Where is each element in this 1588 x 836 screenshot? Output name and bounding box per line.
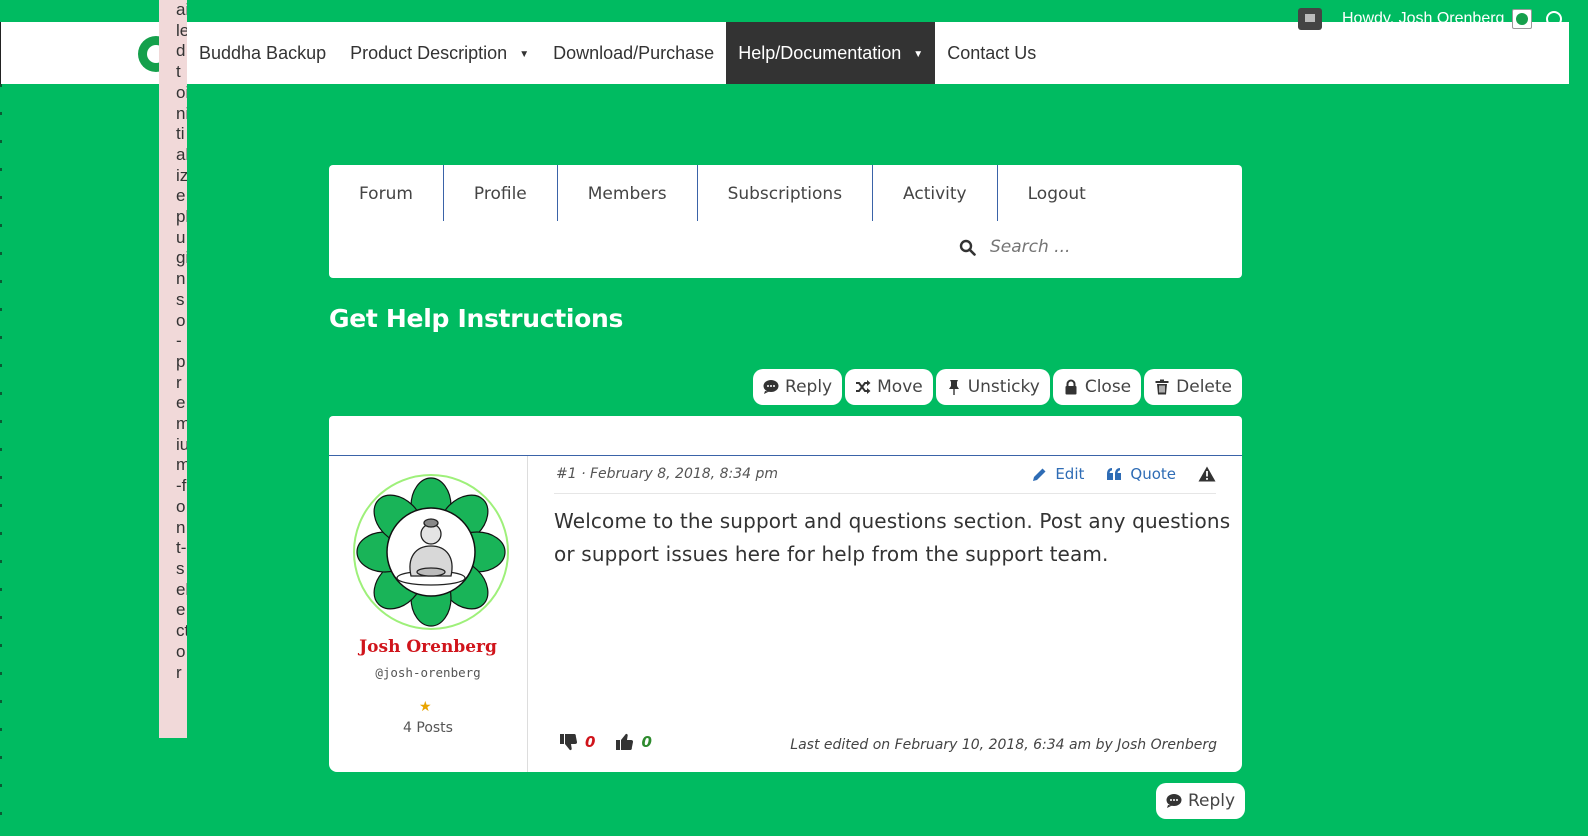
like-button[interactable]: 0: [615, 733, 652, 751]
delete-button[interactable]: Delete: [1144, 369, 1242, 405]
post-author: Josh Orenberg @josh-orenberg ★ 4 Posts: [329, 456, 528, 772]
buddha-lotus-icon: [356, 477, 506, 627]
forum-nav-forum[interactable]: Forum: [329, 165, 444, 221]
pin-icon: [948, 380, 959, 395]
nav-label: Download/Purchase: [553, 43, 715, 63]
dislike-count: 0: [585, 733, 596, 751]
caret-down-icon: ▼: [913, 49, 924, 60]
admin-avatar[interactable]: [1512, 9, 1533, 29]
forum-nav-activity[interactable]: Activity: [873, 165, 998, 221]
button-label: Reply: [1188, 791, 1236, 811]
caret-down-icon: ▼: [519, 49, 530, 60]
page-title: Get Help Instructions: [329, 304, 624, 333]
edit-label: Edit: [1055, 465, 1085, 483]
quote-link[interactable]: Quote: [1106, 465, 1176, 483]
post-body: Welcome to the support and questions sec…: [554, 509, 1231, 566]
nav-item-buddha-backup[interactable]: Buddha Backup: [187, 22, 338, 84]
forum-nav-subscriptions[interactable]: Subscriptions: [698, 165, 874, 221]
main-nav: Buddha Backup Product Description ▼ Downl…: [187, 22, 1048, 84]
like-count: 0: [641, 733, 652, 751]
trash-icon: [1155, 379, 1169, 395]
author-handle: @josh-orenberg: [375, 665, 481, 680]
topic-actions: Reply Move Unsticky Close Delete: [753, 369, 1242, 405]
nav-item-download-purchase[interactable]: Download/Purchase: [541, 22, 726, 84]
comment-icon[interactable]: [1298, 8, 1322, 30]
button-label: Delete: [1176, 377, 1232, 397]
post-meta: #1 · February 8, 2018, 8:34 pm: [556, 466, 778, 482]
search-icon[interactable]: [1546, 11, 1563, 27]
move-button[interactable]: Move: [845, 369, 933, 405]
quote-label: Quote: [1130, 465, 1176, 483]
quote-icon: [1107, 468, 1122, 480]
button-label: Unsticky: [967, 377, 1040, 397]
close-topic-button[interactable]: Close: [1052, 369, 1142, 405]
nav-label: Product Description: [350, 43, 508, 63]
nav-item-contact-us[interactable]: Contact Us: [935, 22, 1048, 84]
author-name[interactable]: Josh Orenberg: [329, 637, 527, 657]
button-label: Reply: [785, 377, 833, 397]
plugin-error-column: ailedtoinitializeplugin:so-premium-font-…: [159, 0, 187, 738]
nav-label: Buddha Backup: [199, 43, 327, 63]
pencil-icon: [1033, 468, 1046, 481]
comment-icon: [763, 380, 779, 394]
post-header-bar: [329, 416, 1242, 456]
unsticky-button[interactable]: Unsticky: [935, 369, 1050, 405]
search-input[interactable]: [990, 237, 1190, 257]
post-votes: 0 0: [559, 733, 652, 751]
author-avatar[interactable]: [353, 474, 509, 630]
nav-label: Help/Documentation: [738, 43, 902, 63]
reply-button[interactable]: Reply: [753, 369, 843, 405]
rank-star-icon: ★: [419, 699, 432, 715]
comment-icon: [1166, 794, 1182, 808]
thumbs-up-icon: [616, 733, 634, 750]
shuffle-icon: [856, 380, 871, 394]
button-label: Move: [877, 377, 923, 397]
forum-nav: Forum Profile Members Subscriptions Acti…: [329, 165, 1242, 278]
forum-nav-logout[interactable]: Logout: [998, 165, 1116, 221]
lock-icon: [1065, 379, 1077, 395]
plugin-error-text: ailedtoinitializeplugin:so-premium-font-…: [176, 0, 187, 682]
report-warning-icon[interactable]: [1198, 466, 1216, 482]
forum-post: Josh Orenberg @josh-orenberg ★ 4 Posts #…: [329, 456, 1242, 772]
thumbs-down-icon: [560, 734, 578, 751]
post-actions: Edit Quote: [1032, 465, 1216, 483]
admin-bar: Howdy, Josh Orenberg: [1298, 6, 1563, 32]
nav-item-product-description[interactable]: Product Description ▼: [338, 22, 541, 84]
left-edge-marks: [0, 84, 2, 836]
last-edited-note: Last edited on February 10, 2018, 6:34 a…: [790, 737, 1217, 753]
author-post-count: 4 Posts: [403, 720, 453, 736]
reply-bottom-button[interactable]: Reply: [1156, 783, 1246, 819]
nav-item-help-documentation[interactable]: Help/Documentation ▼: [726, 22, 936, 84]
forum-nav-members[interactable]: Members: [558, 165, 698, 221]
edit-link[interactable]: Edit: [1032, 465, 1084, 483]
post-divider: [554, 493, 1216, 494]
search-icon[interactable]: [959, 239, 976, 256]
howdy-user-link[interactable]: Howdy, Josh Orenberg: [1342, 10, 1504, 28]
nav-label: Contact Us: [947, 43, 1037, 63]
dislike-button[interactable]: 0: [559, 733, 595, 751]
forum-nav-profile[interactable]: Profile: [444, 165, 558, 221]
forum-search: [959, 237, 1190, 257]
button-label: Close: [1084, 377, 1132, 397]
